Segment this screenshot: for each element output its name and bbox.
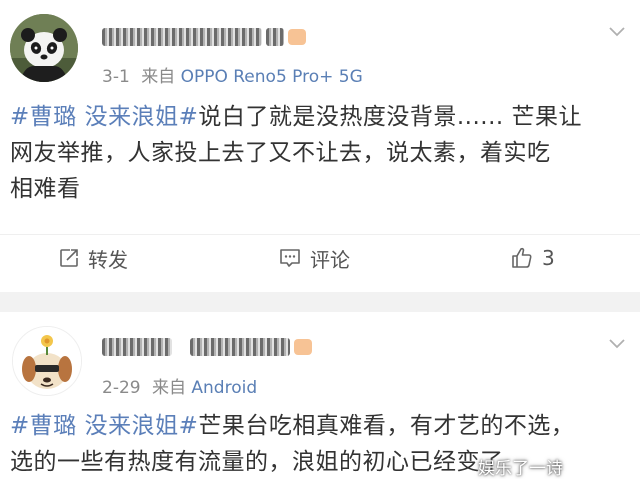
post-meta: 2-29 来自 Android (102, 373, 257, 398)
chevron-down-icon[interactable] (608, 22, 626, 40)
like-button[interactable]: 3 (510, 235, 555, 281)
username-blurred[interactable] (102, 334, 312, 360)
post-date: 3-1 (102, 67, 130, 87)
post-content: #曹璐 没来浪姐#说白了就是没热度没背景...... 芒果让 网友举推，人家投上… (10, 99, 624, 207)
repost-button[interactable]: 转发 (58, 235, 128, 281)
post-actions: 转发 评论 3 (0, 234, 640, 281)
blurred-name-tail (190, 338, 290, 356)
post-via: 来自 (152, 378, 186, 398)
like-icon (512, 247, 532, 268)
comment-label: 评论 (310, 247, 350, 272)
vip-badge-icon (294, 339, 312, 355)
hashtag-link[interactable]: #曹璐 (10, 413, 77, 439)
like-count: 3 (542, 246, 555, 270)
content-line: 网友举推，人家投上去了又不让去，说太素，着实吃 (10, 140, 551, 166)
post-separator (0, 292, 640, 312)
comment-button[interactable]: 评论 (278, 235, 350, 281)
panda-avatar-icon[interactable] (10, 14, 78, 82)
repost-label: 转发 (88, 247, 128, 272)
content-line: 相难看 (10, 176, 81, 202)
blurred-name (102, 28, 262, 46)
weibo-post-1: 3-1 来自 OPPO Reno5 Pro+ 5G #曹璐 没来浪姐#说白了就是… (0, 0, 640, 292)
content-line: #曹璐 没来浪姐#芒果台吃相真难看，有才艺的不选， (10, 408, 624, 444)
repost-icon (60, 249, 78, 267)
dog-avatar-icon[interactable] (12, 326, 82, 396)
post-via: 来自 (141, 67, 176, 87)
username-blurred[interactable] (102, 24, 306, 50)
post-date: 2-29 (102, 378, 141, 398)
content-text: 说白了就是没热度没背景...... 芒果让 (198, 104, 583, 130)
post-meta: 3-1 来自 OPPO Reno5 Pro+ 5G (102, 62, 363, 87)
post-device: OPPO Reno5 Pro+ 5G (180, 67, 363, 87)
vip-badge-icon (288, 29, 306, 45)
hashtag-link[interactable]: 没来浪姐# (85, 104, 199, 130)
content-text: 芒果台吃相真难看，有才艺的不选， (198, 413, 575, 439)
hashtag-link[interactable]: #曹璐 (10, 104, 77, 130)
blurred-name (102, 338, 172, 356)
blurred-name-tail (266, 28, 284, 46)
watermark: 娱乐了一诗 (478, 459, 563, 479)
comment-icon (280, 249, 300, 267)
content-line: #曹璐 没来浪姐#说白了就是没热度没背景...... 芒果让 (10, 99, 624, 135)
post-device: Android (191, 378, 258, 398)
chevron-down-icon[interactable] (608, 334, 626, 352)
hashtag-link[interactable]: 没来浪姐# (85, 413, 199, 439)
